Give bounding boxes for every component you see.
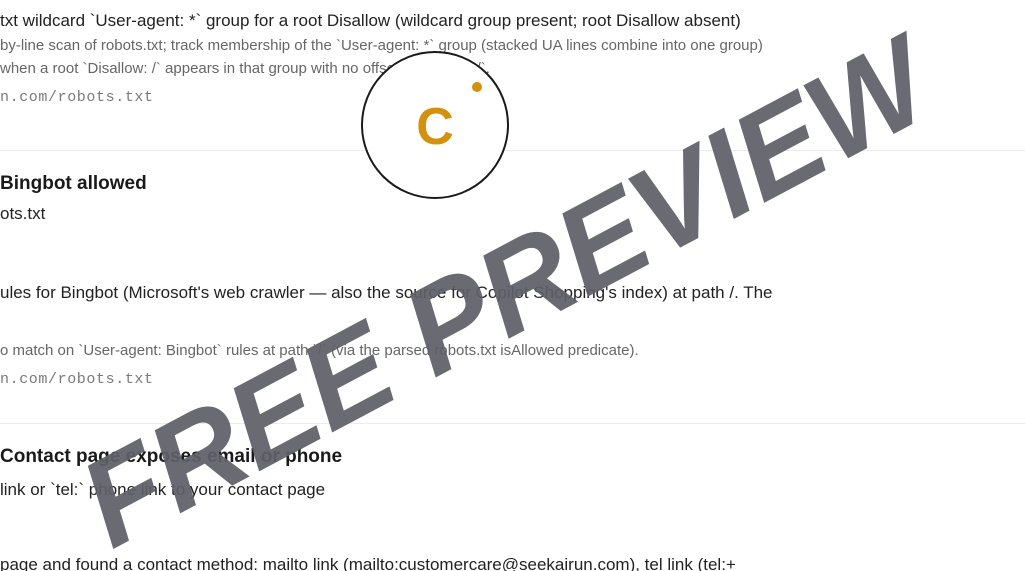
grade-badge: C xyxy=(360,50,510,200)
check-title-contact: Contact page exposes email or phone xyxy=(0,446,343,467)
divider xyxy=(0,423,1025,424)
report-page: txt wildcard `User-agent: *` group for a… xyxy=(0,0,1025,571)
check-title-wildcard: txt wildcard `User-agent: *` group for a… xyxy=(0,11,741,30)
check-title-bingbot: Bingbot allowed xyxy=(0,173,147,194)
check-description-bingbot: ules for Bingbot (Microsoft's web crawle… xyxy=(0,283,773,302)
check-subtitle-contact: link or `tel:` phone link to your contac… xyxy=(0,480,326,499)
check-detail-bingbot: o match on `User-agent: Bingbot` rules a… xyxy=(0,342,639,359)
grade-ring-icon: C xyxy=(361,51,509,199)
grade-letter: C xyxy=(416,98,454,156)
check-source-bingbot[interactable]: n.com/robots.txt xyxy=(0,371,154,388)
divider xyxy=(0,150,1025,151)
check-source-wildcard[interactable]: n.com/robots.txt xyxy=(0,89,154,106)
check-subtitle-bingbot: ots.txt xyxy=(0,204,46,223)
check-description-contact: page and found a contact method: mailto … xyxy=(0,555,736,571)
